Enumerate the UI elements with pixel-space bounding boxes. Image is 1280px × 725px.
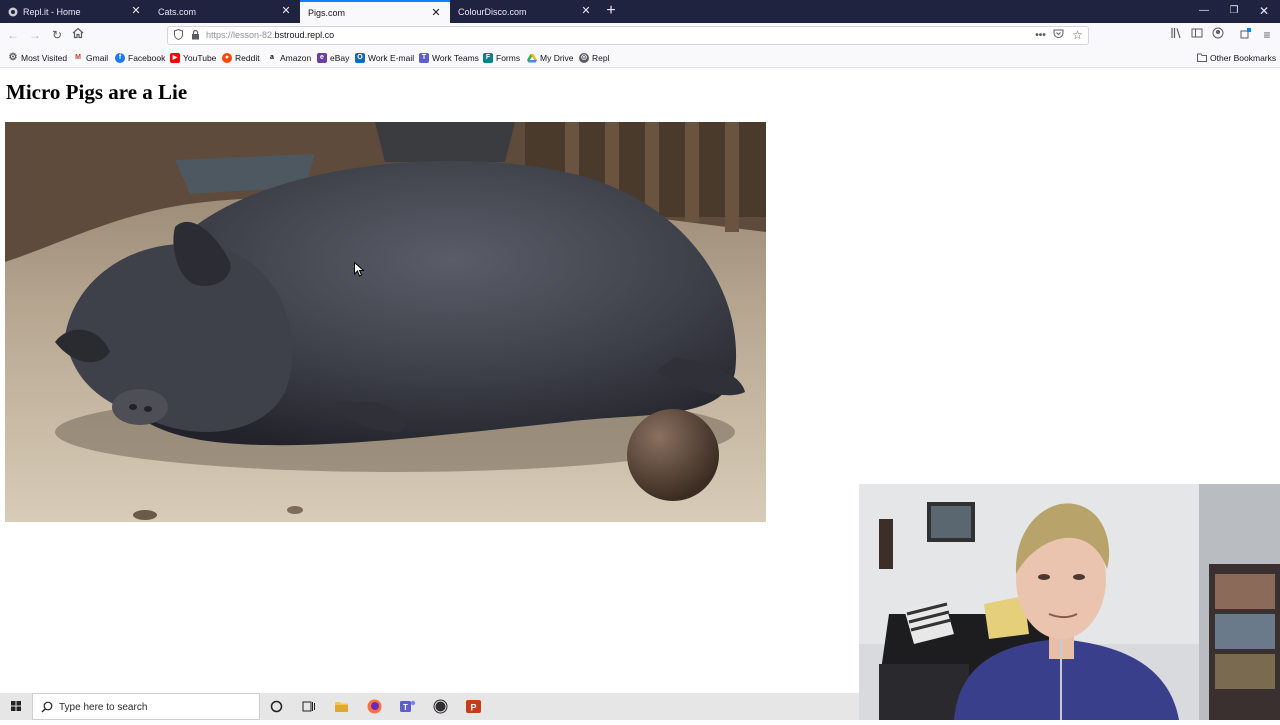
bookmark-forms[interactable]: F Forms (483, 51, 520, 65)
tab-close-icon[interactable]: ✕ (580, 5, 592, 17)
bookmark-label: Work E-mail (368, 53, 415, 63)
bookmark-label: Forms (496, 53, 521, 63)
amazon-icon: a (267, 53, 277, 63)
page-actions-icon[interactable]: ••• (1034, 29, 1047, 42)
forms-icon: F (483, 53, 493, 63)
bookmark-work-email[interactable]: O Work E-mail (355, 51, 414, 65)
facebook-icon: f (115, 53, 125, 63)
restore-icon[interactable]: ❐ (1219, 0, 1249, 23)
tab-close-icon[interactable]: ✕ (430, 7, 442, 19)
bookmark-label: Work Teams (432, 53, 479, 63)
bookmark-label: Repl (592, 53, 610, 63)
tab-close-icon[interactable]: ✕ (280, 5, 292, 17)
close-window-icon[interactable]: ✕ (1249, 0, 1279, 23)
bookmark-work-teams[interactable]: T Work Teams (419, 51, 479, 65)
bookmark-star-icon[interactable]: ☆ (1071, 29, 1084, 42)
bookmark-facebook[interactable]: f Facebook (115, 51, 165, 65)
reload-icon[interactable]: ↻ (49, 27, 65, 43)
minimize-icon[interactable]: — (1189, 0, 1219, 23)
pocket-icon[interactable] (1052, 29, 1065, 42)
url-host: bstroud.repl.co (274, 30, 335, 40)
repl-icon: ◎ (579, 53, 589, 63)
account-icon[interactable] (1210, 27, 1226, 43)
outlook-icon: O (355, 53, 365, 63)
svg-text:P: P (470, 703, 476, 713)
url-text[interactable]: https://lesson-82.bstroud.repl.co (206, 30, 334, 40)
other-bookmarks-label: Other Bookmarks (1210, 53, 1277, 63)
cortana-icon[interactable] (268, 698, 285, 715)
tab-strip: Repl.it - Home ✕ Cats.com ✕ Pigs.com ✕ C… (0, 0, 1280, 23)
teams-icon: T (419, 53, 429, 63)
shield-icon[interactable] (172, 28, 185, 42)
taskbar-search-box[interactable]: Type here to search (32, 693, 260, 720)
new-tab-plus-icon[interactable]: + (603, 3, 619, 19)
back-arrow-icon[interactable]: ← (5, 27, 21, 43)
bookmark-label: Most Visited (21, 53, 68, 63)
tab-label: ColourDisco.com (458, 6, 527, 17)
page-title: Micro Pigs are a Lie (6, 80, 188, 104)
bookmark-label: My Drive (540, 53, 574, 63)
file-explorer-icon[interactable] (333, 698, 350, 715)
bookmark-label: eBay (330, 53, 350, 63)
gmail-icon: M (73, 53, 83, 63)
firefox-icon[interactable] (366, 698, 383, 715)
tab-label: Pigs.com (308, 7, 346, 18)
bookmark-youtube[interactable]: ▶ YouTube (170, 51, 216, 65)
reddit-icon: ● (222, 53, 232, 63)
library-icon[interactable] (1168, 27, 1184, 43)
tab-label: Repl.it - Home (23, 6, 81, 17)
bookmark-most-visited[interactable]: ⚙ Most Visited (8, 51, 68, 65)
bookmark-label: Gmail (86, 53, 109, 63)
lock-icon[interactable] (189, 29, 202, 42)
bookmark-gmail[interactable]: M Gmail (73, 51, 108, 65)
start-button[interactable] (0, 693, 32, 720)
folder-icon (1197, 53, 1207, 63)
address-bar[interactable]: https://lesson-82.bstroud.repl.co ••• ☆ (167, 26, 1089, 45)
windows-taskbar: Type here to search T P (0, 693, 859, 720)
tab-pigs[interactable]: Pigs.com ✕ (300, 0, 450, 23)
webcam-overlay (859, 484, 1280, 720)
other-bookmarks-folder[interactable]: Other Bookmarks (1197, 51, 1276, 65)
search-icon (41, 701, 53, 713)
bookmark-label: Reddit (235, 53, 260, 63)
forward-arrow-icon[interactable]: → (27, 27, 43, 43)
tab-cats[interactable]: Cats.com ✕ (150, 0, 300, 23)
url-prefix: https://lesson-82. (206, 30, 275, 40)
bookmark-reddit[interactable]: ● Reddit (222, 51, 260, 65)
teams-icon[interactable]: T (399, 698, 416, 715)
navigation-toolbar: ← → ↻ https://lesson-82.bstroud.repl.co … (0, 23, 1280, 48)
task-view-icon[interactable] (300, 698, 317, 715)
ebay-icon: e (317, 53, 327, 63)
tab-replit-home[interactable]: Repl.it - Home ✕ (0, 0, 150, 23)
svg-text:T: T (403, 703, 408, 712)
bookmark-amazon[interactable]: a Amazon (267, 51, 311, 65)
gear-icon: ⚙ (8, 52, 18, 63)
bookmark-label: YouTube (183, 53, 217, 63)
powerpoint-icon[interactable]: P (465, 698, 482, 715)
replit-favicon-icon (8, 7, 18, 16)
sidebar-icon[interactable] (1189, 27, 1205, 43)
bookmark-repl[interactable]: ◎ Repl (579, 51, 609, 65)
windows-logo-icon (11, 701, 21, 711)
tab-colourdisco[interactable]: ColourDisco.com ✕ (450, 0, 600, 23)
bookmark-my-drive[interactable]: My Drive (527, 51, 574, 65)
menu-hamburger-icon[interactable]: ≡ (1259, 27, 1275, 43)
bookmarks-toolbar: ⚙ Most Visited M Gmail f Facebook ▶ YouT… (0, 48, 1280, 68)
search-placeholder: Type here to search (59, 702, 148, 713)
pig-photo (5, 122, 766, 522)
mouse-cursor-icon (354, 262, 364, 277)
obs-icon[interactable] (432, 698, 449, 715)
bookmark-label: Amazon (280, 53, 312, 63)
bookmark-label: Facebook (128, 53, 166, 63)
drive-icon (527, 53, 537, 63)
home-icon[interactable] (70, 27, 86, 43)
tab-label: Cats.com (158, 6, 197, 17)
bookmark-ebay[interactable]: e eBay (317, 51, 349, 65)
extensions-icon[interactable] (1238, 27, 1254, 43)
tab-close-icon[interactable]: ✕ (130, 5, 142, 17)
youtube-icon: ▶ (170, 53, 180, 63)
